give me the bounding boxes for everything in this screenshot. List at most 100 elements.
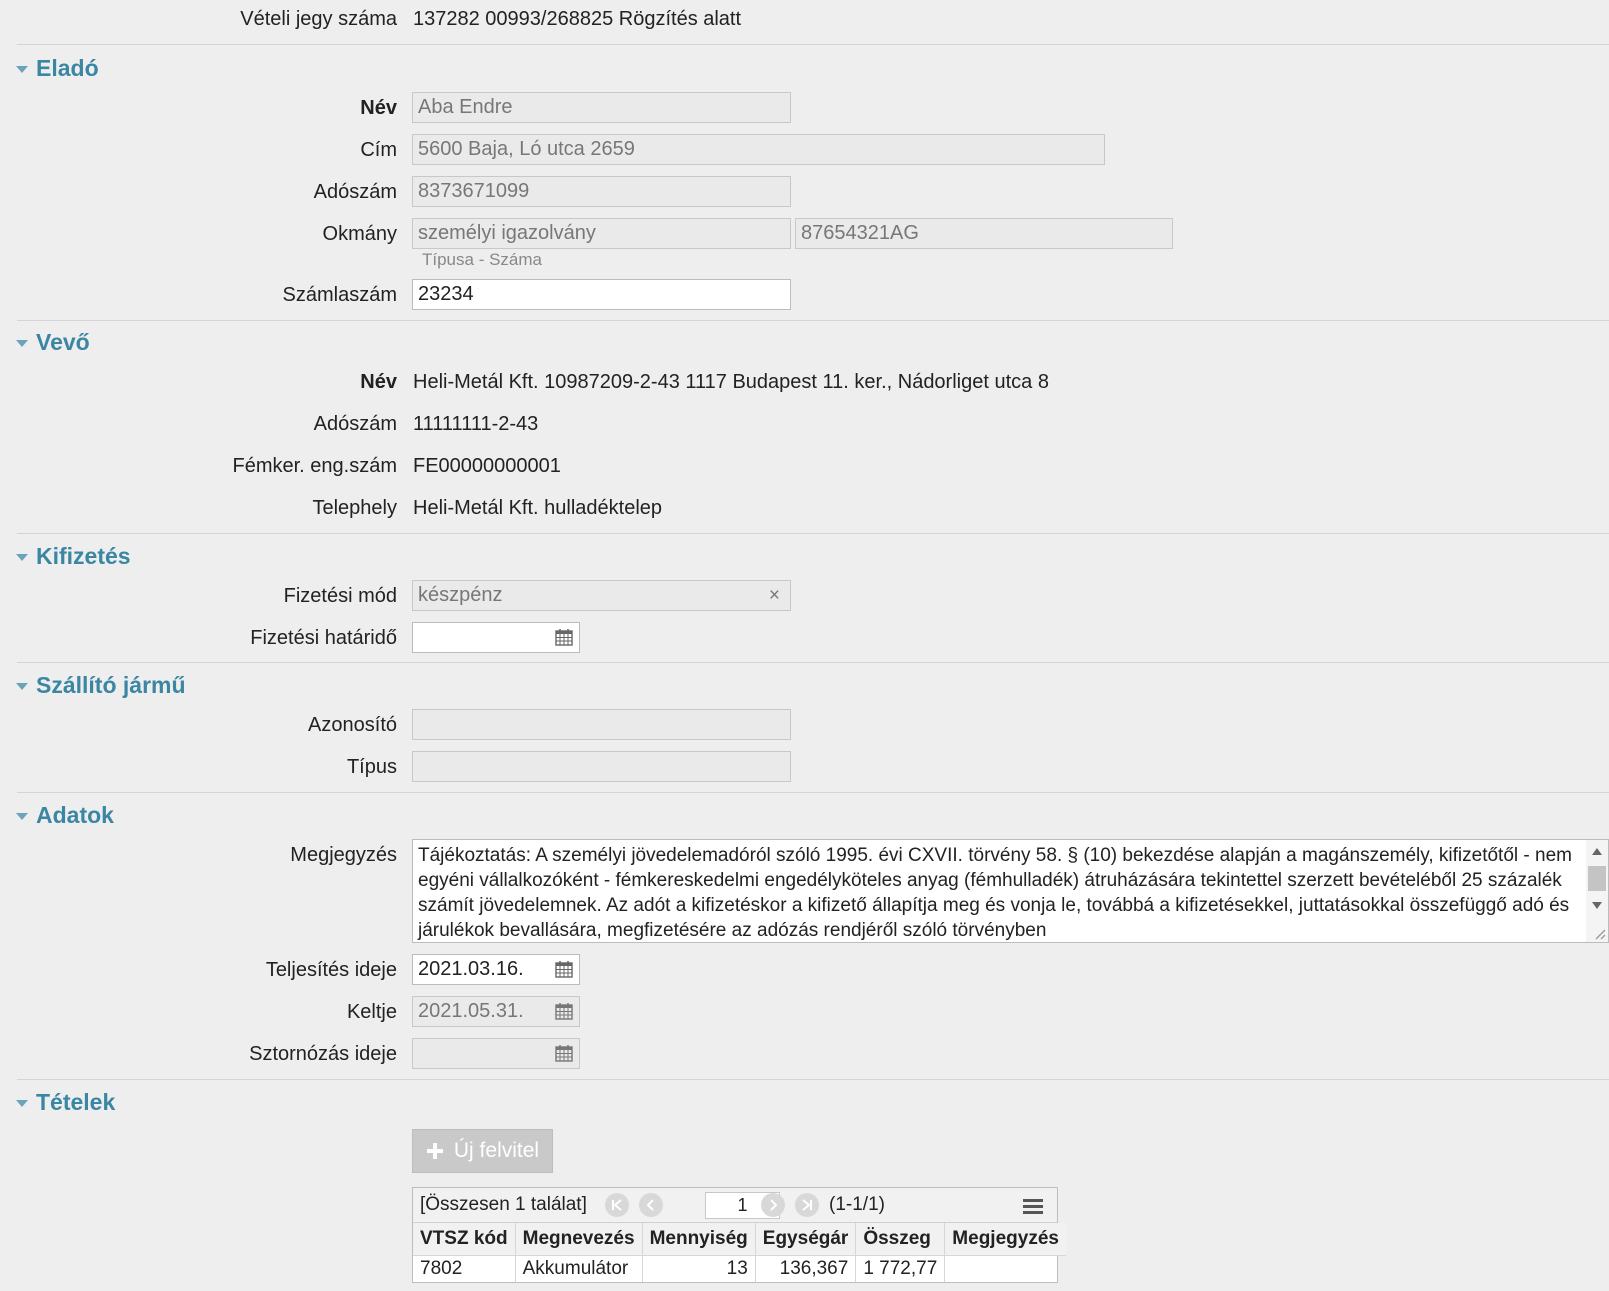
section-seller-header[interactable]: Eladó [16,55,99,82]
cell-unit-price: 136,367 [755,1255,857,1282]
calendar-icon[interactable] [555,960,573,978]
next-page-button[interactable] [761,1193,785,1217]
divider [17,662,1609,663]
calendar-icon [555,1045,573,1062]
column-header-amount[interactable]: Összeg [855,1223,946,1256]
items-grid: VTSZ kód Megnevezés Mennyiség Egységár Ö… [413,1223,1066,1282]
seller-doc-number-field: 87654321AG [795,218,1173,249]
payment-deadline-label: Fizetési határidő [250,627,397,649]
column-header-vtsz[interactable]: VTSZ kód [413,1223,516,1256]
section-buyer-title: Vevő [36,329,90,355]
payment-method-label: Fizetési mód [283,585,397,607]
section-payment-header[interactable]: Kifizetés [16,543,131,570]
calendar-icon[interactable] [555,628,573,646]
page-range: (1-1/1) [829,1194,885,1215]
details-note-label: Megjegyzés [290,844,397,866]
paginator: [Összesen 1 találat] 1 (1-1/1) [413,1188,1057,1223]
items-table: [Összesen 1 találat] 1 (1-1/1) VTSZ kód … [412,1187,1066,1283]
cell-quantity: 13 [642,1255,756,1282]
details-storno-label: Sztornózás ideje [249,1043,397,1065]
details-completion-value: 2021.03.16. [418,958,524,980]
section-buyer-header[interactable]: Vevő [16,329,90,356]
vehicle-id-row: Azonosító [0,709,1609,741]
details-note-text: Tájékoztatás: A személyi jövedelemadóról… [418,845,1572,941]
details-note-textarea[interactable]: Tájékoztatás: A személyi jövedelemadóról… [412,839,1609,943]
section-details-header[interactable]: Adatok [16,802,114,829]
prev-page-button[interactable] [639,1193,663,1217]
last-page-button[interactable] [795,1193,819,1217]
new-item-button[interactable]: Új felvitel [412,1129,553,1173]
resize-grip-icon[interactable] [1592,926,1606,940]
vehicle-id-label: Azonosító [308,714,397,736]
scroll-up-icon[interactable] [1592,848,1602,855]
payment-method-select[interactable]: készpénz × [412,580,791,611]
details-completion-input[interactable]: 2021.03.16. [412,954,580,985]
textarea-scrollbar[interactable] [1586,840,1608,942]
section-items-title: Tételek [36,1089,116,1115]
details-date-value: 2021.05.31. [418,1000,524,1022]
seller-doc-type-field: személyi igazolvány [412,218,791,249]
vehicle-type-field [412,751,791,782]
collapse-triangle-icon [16,340,28,347]
section-payment-title: Kifizetés [36,543,131,569]
table-row[interactable]: 7802 Akkumulátor 13 136,367 1 772,77 [413,1255,1066,1282]
collapse-triangle-icon [16,683,28,690]
section-vehicle-header[interactable]: Szállító jármű [16,672,186,699]
section-items-header[interactable]: Tételek [16,1089,115,1116]
details-date-row: Keltje 2021.05.31. [0,996,1609,1028]
buyer-permit-label: Fémker. eng.szám [232,455,397,477]
payment-method-value: készpénz [418,584,503,606]
details-completion-row: Teljesítés ideje 2021.03.16. [0,954,1609,986]
seller-address-label: Cím [360,139,397,161]
collapse-triangle-icon [16,66,28,73]
vehicle-type-label: Típus [346,756,397,778]
divider [17,44,1609,45]
cell-vtsz: 7802 [413,1255,516,1282]
divider [17,792,1609,793]
seller-tax-row: Adószám 8373671099 [0,176,1609,208]
calendar-icon [555,1003,573,1020]
scroll-thumb[interactable] [1588,866,1606,891]
seller-doc-row: Okmány személyi igazolvány 87654321AG [0,218,1609,250]
column-header-unit-price[interactable]: Egységár [755,1223,857,1256]
menu-icon[interactable] [1023,1199,1043,1217]
divider [17,320,1609,321]
cell-note [945,1255,1066,1282]
column-header-name[interactable]: Megnevezés [515,1223,643,1256]
ticket-value: 137282 00993/268825 Rögzítés alatt [413,8,742,30]
section-vehicle-title: Szállító jármű [36,672,186,698]
column-header-note[interactable]: Megjegyzés [944,1223,1066,1256]
collapse-triangle-icon [16,813,28,820]
total-count: [Összesen 1 találat] [420,1194,587,1215]
vehicle-id-field [412,709,791,740]
buyer-permit-row: Fémker. eng.szám FE00000000001 [0,450,1609,482]
seller-account-input[interactable]: 23234 [412,279,791,310]
payment-method-row: Fizetési mód készpénz × [0,580,1609,612]
seller-name-row: Név Aba Endre [0,92,1609,124]
buyer-site-label: Telephely [312,497,397,519]
seller-account-label: Számlaszám [282,284,397,306]
buyer-site-row: Telephely Heli-Metál Kft. hulladéktelep [0,492,1609,524]
seller-tax-field: 8373671099 [412,176,791,207]
buyer-tax-value: 11111111-2-43 [413,413,539,435]
ticket-row: Vételi jegy száma 137282 00993/268825 Rö… [0,6,1609,38]
details-storno-row: Sztornózás ideje [0,1038,1609,1070]
chevron-right-icon [770,1199,778,1211]
ticket-label: Vételi jegy száma [240,8,397,30]
plus-icon [426,1143,443,1159]
buyer-site-value: Heli-Metál Kft. hulladéktelep [413,497,663,519]
vehicle-type-row: Típus [0,751,1609,783]
seller-address-row: Cím 5600 Baja, Ló utca 2659 [0,134,1609,166]
seller-tax-label: Adószám [313,181,397,203]
section-seller-title: Eladó [36,55,99,81]
scroll-down-icon[interactable] [1592,902,1602,909]
clear-icon[interactable]: × [769,581,780,610]
buyer-name-row: Név Heli-Metál Kft. 10987209-2-43 1117 B… [0,366,1609,398]
details-date-field: 2021.05.31. [412,996,580,1027]
section-details-title: Adatok [36,802,114,828]
seller-name-label: Név [360,97,397,119]
payment-deadline-input[interactable] [412,622,580,653]
column-header-quantity[interactable]: Mennyiség [642,1223,756,1256]
last-page-icon [802,1199,812,1211]
first-page-button[interactable] [605,1193,629,1217]
